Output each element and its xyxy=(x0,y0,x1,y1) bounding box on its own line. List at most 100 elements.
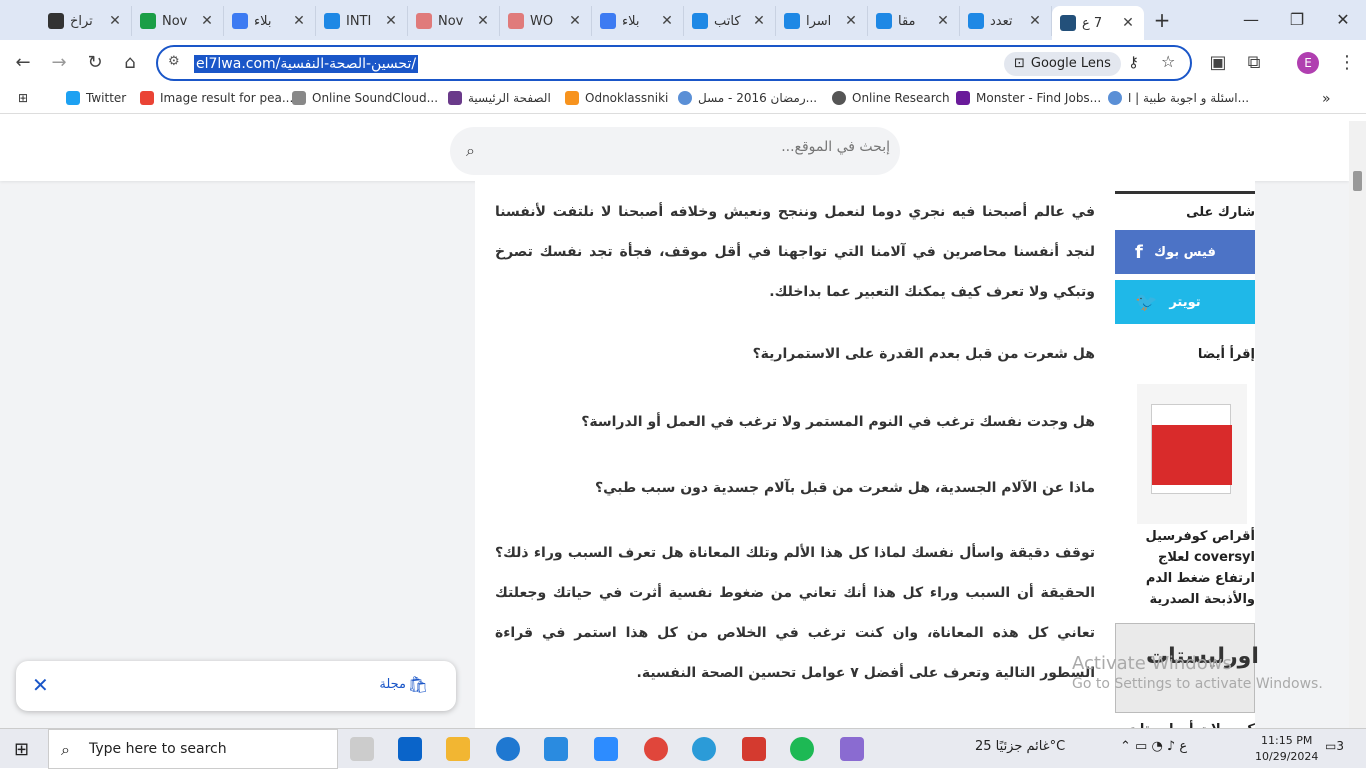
tab-favicon-icon xyxy=(140,13,156,29)
browser-tab[interactable]: بلاء ✕ xyxy=(592,6,684,36)
bookmarks-bar: ⊞ Twitter Image result for pea... Online… xyxy=(0,86,1366,114)
page-scrollbar[interactable] xyxy=(1349,121,1366,728)
site-header: ⌕ xyxy=(0,121,1349,181)
tab-close-icon[interactable]: ✕ xyxy=(1120,15,1136,31)
tab-strip: تراخ ✕ Nov ✕ بلاء ✕ INTI ✕ Nov ✕ WO ✕ بلاء ✕ كاتب ✕ اسرا… xyxy=(0,0,1366,40)
tab-close-icon[interactable]: ✕ xyxy=(291,13,307,29)
address-bar[interactable]: ⚙ el7lwa.com/تحسين-الصحة-النفسية/ ⊡ Googl… xyxy=(156,45,1192,81)
restore-icon[interactable]: ❐ xyxy=(1282,8,1312,32)
system-tray-icons[interactable]: ⌃ ▭ ◔ ♪ ع xyxy=(1120,739,1187,754)
search-icon[interactable]: ⌕ xyxy=(466,141,475,161)
related-article-1-image[interactable] xyxy=(1137,384,1247,524)
browser-tab[interactable]: Nov ✕ xyxy=(132,6,224,36)
tab-close-icon[interactable]: ✕ xyxy=(751,13,767,29)
windows-start-icon[interactable]: ⊞ xyxy=(14,739,29,760)
scrollbar-thumb[interactable] xyxy=(1353,171,1362,191)
bookmark-soundcloud[interactable]: Online SoundCloud... xyxy=(292,91,438,105)
bookmark-online-research[interactable]: Online Research xyxy=(832,91,950,105)
home-icon[interactable]: ⌂ xyxy=(117,50,143,76)
new-tab-button[interactable]: + xyxy=(1150,8,1174,32)
store-icon[interactable] xyxy=(544,737,568,761)
tab-close-icon[interactable]: ✕ xyxy=(107,13,123,29)
question-2: هل وجدت نفسك ترغب في النوم المستمر ولا ت… xyxy=(581,414,1095,430)
bookmark-star-icon[interactable]: ☆ xyxy=(1161,52,1175,71)
profile-avatar[interactable]: E xyxy=(1297,52,1319,74)
tab-close-icon[interactable]: ✕ xyxy=(843,13,859,29)
tab-favicon-icon xyxy=(968,13,984,29)
bookmark-ramadan[interactable]: رمضان 2016 - مسل... xyxy=(678,91,817,105)
tab-close-icon[interactable]: ✕ xyxy=(567,13,583,29)
activate-windows-watermark: Activate Windows xyxy=(1072,653,1232,674)
tab-title: 7 ع xyxy=(1082,15,1103,31)
article-body: في عالم أصبحنا فيه نجري دوما لنعمل وننجح… xyxy=(475,181,1115,728)
tab-title: Nov xyxy=(438,13,464,29)
edge-legacy-icon[interactable] xyxy=(496,737,520,761)
chrome-icon[interactable] xyxy=(644,737,668,761)
close-icon[interactable]: ✕ xyxy=(32,673,49,697)
search-icon: ⌕ xyxy=(61,740,70,759)
paint-icon[interactable] xyxy=(840,737,864,761)
related-article-2[interactable]: كبسولات أورليستات xyxy=(1115,719,1255,728)
browser-tab[interactable]: تراخ ✕ xyxy=(40,6,132,36)
tab-close-icon[interactable]: ✕ xyxy=(659,13,675,29)
task-view-icon[interactable] xyxy=(350,737,374,761)
shopping-bag-icon: 🛍 xyxy=(407,675,428,694)
weather-widget[interactable]: غائم جزئيًا 25°C xyxy=(975,739,1065,754)
browser-tab[interactable]: WO ✕ xyxy=(500,6,592,36)
google-lens-button[interactable]: ⊡ Google Lens xyxy=(1004,52,1121,76)
bookmark-odnoklassniki[interactable]: Odnoklassniki xyxy=(565,91,668,105)
related-article-1[interactable]: أقراص كوفرسيل coversyl لعلاج ارتفاع ضغط … xyxy=(1115,526,1255,610)
site-info-icon[interactable]: ⚙ xyxy=(168,54,180,69)
tab-close-icon[interactable]: ✕ xyxy=(1027,13,1043,29)
magazine-toast[interactable]: ✕ مجلة 🛍 xyxy=(16,661,456,711)
clock[interactable]: 11:15 PM 10/29/2024 xyxy=(1255,733,1318,765)
tab-close-icon[interactable]: ✕ xyxy=(935,13,951,29)
spotify-icon[interactable] xyxy=(790,737,814,761)
menu-icon[interactable]: ⋮ xyxy=(1334,50,1360,76)
bookmark-twitter[interactable]: Twitter xyxy=(66,91,126,105)
browser-tab[interactable]: مقا ✕ xyxy=(868,6,960,36)
browser-tab[interactable]: اسرا ✕ xyxy=(776,6,868,36)
site-search[interactable]: ⌕ xyxy=(450,127,900,175)
facebook-icon: f xyxy=(1135,241,1143,263)
tab-title: مقا xyxy=(898,13,916,29)
browser-tab[interactable]: كاتب ✕ xyxy=(684,6,776,36)
tab-close-icon[interactable]: ✕ xyxy=(199,13,215,29)
forward-icon[interactable]: → xyxy=(46,50,72,76)
browser-tab[interactable]: بلاء ✕ xyxy=(224,6,316,36)
bookmark-medical-qa[interactable]: اسئلة و اجوبة طبية | ا... xyxy=(1108,91,1249,105)
twitter-share-button[interactable]: 🐦 تويتر xyxy=(1115,280,1255,324)
web-page: ⌕ في عالم أصبحنا فيه نجري دوما لنعمل ونن… xyxy=(0,121,1349,728)
twitter-icon: 🐦 xyxy=(1135,291,1158,313)
browser-tab[interactable]: 7 ع ✕ xyxy=(1052,6,1144,40)
bookmark-monster[interactable]: Monster - Find Jobs... xyxy=(956,91,1101,105)
apps-grid-icon[interactable]: ⊞ xyxy=(18,91,28,105)
media-icon[interactable] xyxy=(742,737,766,761)
notification-icon[interactable]: ▭3 xyxy=(1325,739,1344,753)
taskbar-search[interactable]: ⌕ Type here to search xyxy=(48,729,338,769)
edge-icon[interactable] xyxy=(692,737,716,761)
close-window-icon[interactable]: ✕ xyxy=(1328,8,1358,32)
facebook-share-button[interactable]: f فيس بوك xyxy=(1115,230,1255,274)
outlook-icon[interactable] xyxy=(398,737,422,761)
minimize-icon[interactable]: — xyxy=(1236,8,1266,32)
chevron-right-icon[interactable]: » xyxy=(1322,91,1331,107)
file-explorer-icon[interactable] xyxy=(446,737,470,761)
activate-windows-subtext: Go to Settings to activate Windows. xyxy=(1072,676,1323,692)
bookmark-home-arabic[interactable]: الصفحة الرئيسية xyxy=(448,91,551,105)
tab-favicon-icon xyxy=(600,13,616,29)
url-text[interactable]: el7lwa.com/تحسين-الصحة-النفسية/ xyxy=(194,55,419,73)
reload-icon[interactable]: ↻ xyxy=(82,50,108,76)
browser-tab[interactable]: Nov ✕ xyxy=(408,6,500,36)
puzzle-icon[interactable]: ⧉ xyxy=(1241,50,1267,76)
tab-close-icon[interactable]: ✕ xyxy=(383,13,399,29)
zoom-icon[interactable] xyxy=(594,737,618,761)
bookmark-image-result[interactable]: Image result for pea... xyxy=(140,91,293,105)
browser-tab[interactable]: تعدد ✕ xyxy=(960,6,1052,36)
extension-icon[interactable]: ▣ xyxy=(1205,50,1231,76)
search-input[interactable] xyxy=(490,139,890,155)
tab-close-icon[interactable]: ✕ xyxy=(475,13,491,29)
back-icon[interactable]: ← xyxy=(10,50,36,76)
password-key-icon[interactable]: ⚷ xyxy=(1128,53,1139,71)
browser-tab[interactable]: INTI ✕ xyxy=(316,6,408,36)
